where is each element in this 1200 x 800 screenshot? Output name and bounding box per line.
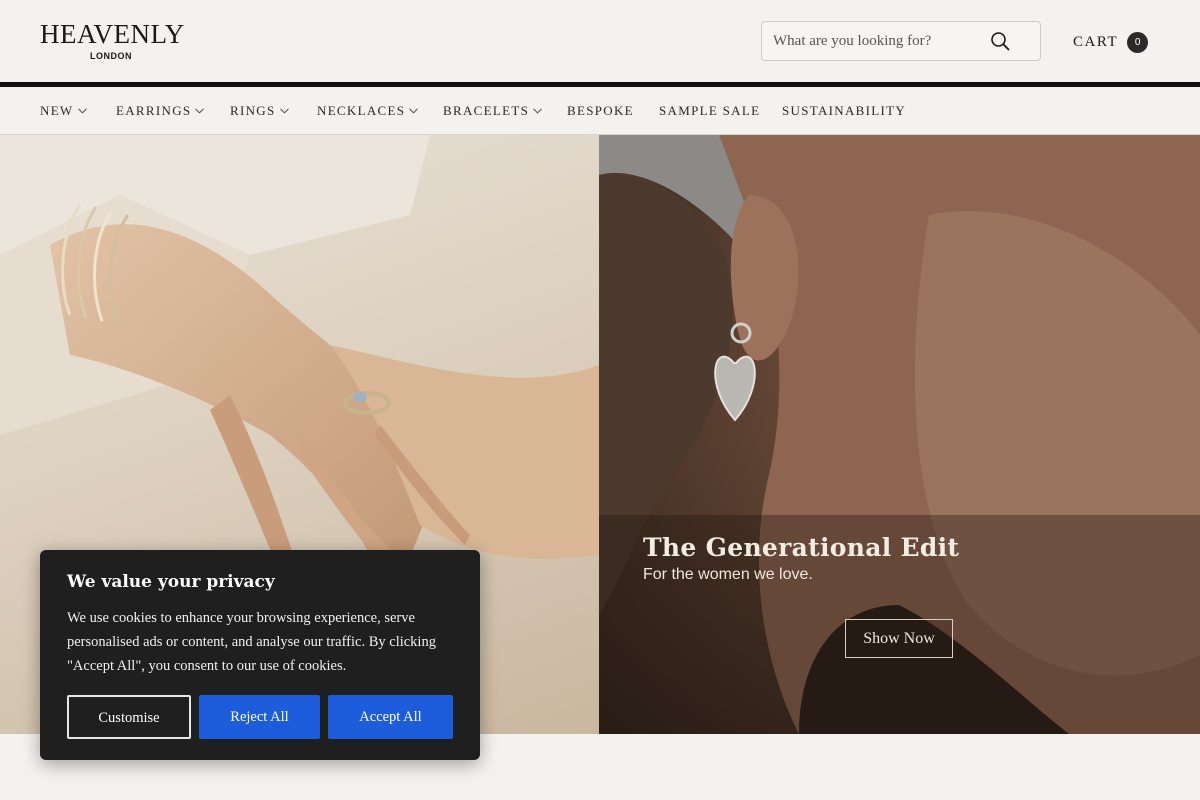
search-input[interactable] <box>762 22 992 60</box>
cart-count-badge: 0 <box>1127 31 1149 53</box>
cookie-description: We use cookies to enhance your browsing … <box>67 610 436 674</box>
nav-item-new[interactable]: NEW <box>40 102 87 120</box>
chevron-down-icon <box>279 108 289 114</box>
nav-item-label: SUSTAINABILITY <box>782 103 907 118</box>
nav-item-label: NECKLACES <box>317 103 406 118</box>
customise-button[interactable]: Customise <box>67 695 191 739</box>
accept-all-button[interactable]: Accept All <box>328 695 453 739</box>
brand-location: LONDON <box>90 51 132 61</box>
show-now-button[interactable]: Show Now <box>845 619 953 658</box>
nav-item-earrings[interactable]: EARRINGS <box>116 102 205 120</box>
promo-text: The Generational Edit For the women we l… <box>643 533 959 584</box>
chevron-down-icon <box>533 108 542 114</box>
reject-all-button[interactable]: Reject All <box>199 695 320 739</box>
nav-item-sample-sale[interactable]: SAMPLE SALE <box>659 102 760 120</box>
chevron-down-icon <box>195 108 205 114</box>
brand-logo[interactable]: HEAVENLY LONDON <box>40 20 185 61</box>
nav-item-bracelets[interactable]: BRACELETS <box>443 102 542 120</box>
nav-item-label: SAMPLE SALE <box>659 103 761 118</box>
cookie-consent-banner: We value your privacy We use cookies to … <box>40 550 480 760</box>
search-box <box>761 21 1041 61</box>
promo-subtitle: For the women we love. <box>643 566 813 583</box>
nav-item-rings[interactable]: RINGS <box>230 102 289 120</box>
site-header: HEAVENLY LONDON CART 0 <box>0 0 1200 82</box>
brand-name: HEAVENLY <box>40 19 185 49</box>
search-icon[interactable] <box>990 31 1010 51</box>
nav-item-sustainability[interactable]: SUSTAINABILITY <box>782 102 906 120</box>
nav-item-bespoke[interactable]: BESPOKE <box>567 102 634 120</box>
nav-item-label: BESPOKE <box>567 103 634 118</box>
cart-link[interactable]: CART 0 <box>1073 31 1149 53</box>
cart-label: CART <box>1073 33 1119 50</box>
chevron-down-icon <box>77 108 87 114</box>
nav-item-label: EARRINGS <box>116 103 192 118</box>
main-nav: NEW EARRINGS RINGS NECKLACES BRACELETS B… <box>0 87 1200 135</box>
hero-image-generational[interactable]: The Generational Edit For the women we l… <box>599 135 1200 734</box>
chevron-down-icon <box>409 108 419 114</box>
nav-item-label: BRACELETS <box>443 103 530 118</box>
nav-item-label: RINGS <box>230 103 276 118</box>
promo-title: The Generational Edit <box>643 533 960 562</box>
nav-item-necklaces[interactable]: NECKLACES <box>317 102 419 120</box>
cookie-title: We value your privacy <box>67 572 275 592</box>
nav-item-label: NEW <box>40 103 74 118</box>
